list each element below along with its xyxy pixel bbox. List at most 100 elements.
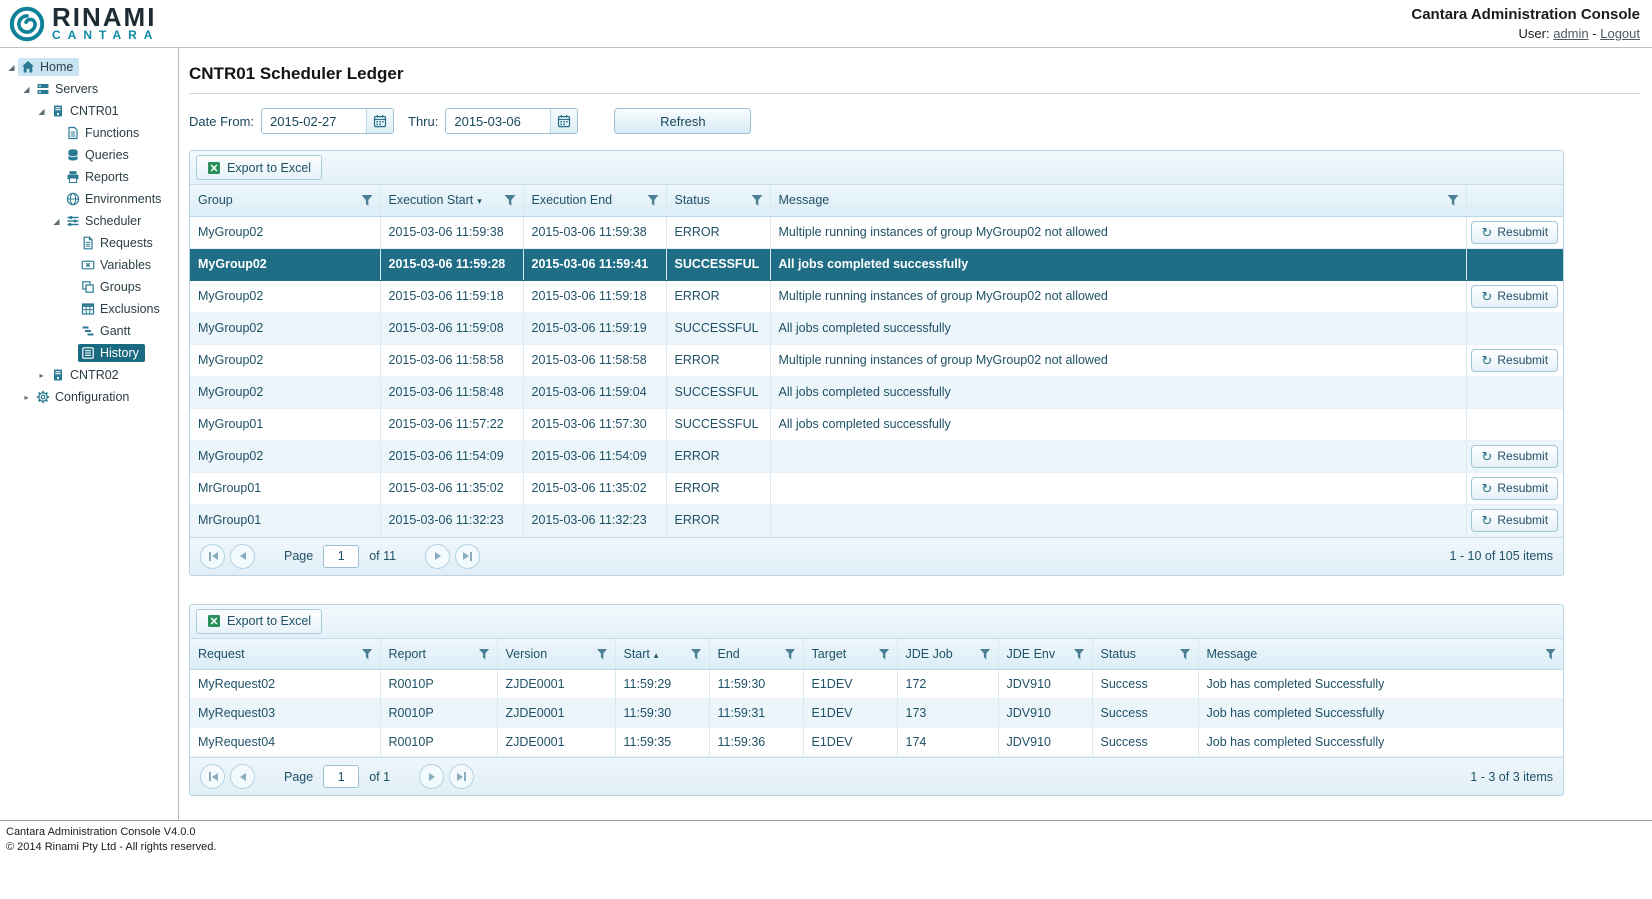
filter-icon[interactable]: [362, 649, 373, 660]
column-header-execution-end[interactable]: Execution End: [523, 185, 666, 216]
collapse-arrow-icon[interactable]: ◢: [5, 63, 18, 72]
cell-status: ERROR: [666, 216, 770, 248]
request-row[interactable]: MyRequest03R0010PZJDE000111:59:3011:59:3…: [190, 699, 1563, 728]
collapse-arrow-icon[interactable]: ◢: [35, 107, 48, 116]
filter-icon[interactable]: [648, 195, 659, 206]
column-header-status[interactable]: Status: [666, 185, 770, 216]
first-page-button[interactable]: [200, 764, 225, 789]
filter-icon[interactable]: [362, 195, 373, 206]
sidebar-item-home[interactable]: ◢Home: [3, 56, 178, 78]
resubmit-button[interactable]: ↻Resubmit: [1471, 509, 1558, 532]
ledger-row[interactable]: MrGroup012015-03-06 11:32:232015-03-06 1…: [190, 504, 1563, 536]
filter-icon[interactable]: [479, 649, 490, 660]
column-header-end[interactable]: End: [709, 639, 803, 670]
ledger-row[interactable]: MyGroup022015-03-06 11:59:382015-03-06 1…: [190, 216, 1563, 248]
resubmit-button[interactable]: ↻Resubmit: [1471, 445, 1558, 468]
sidebar-item-servers[interactable]: ◢ Servers: [3, 78, 178, 100]
collapse-arrow-icon[interactable]: ◢: [20, 85, 33, 94]
tree-item-content: Home: [18, 58, 79, 76]
filter-icon[interactable]: [785, 649, 796, 660]
column-header-message[interactable]: Message: [1198, 639, 1563, 670]
resubmit-button[interactable]: ↻Resubmit: [1471, 477, 1558, 500]
filter-icon[interactable]: [1180, 649, 1191, 660]
sidebar-item-scheduler[interactable]: ◢Scheduler: [3, 210, 178, 232]
column-header-start[interactable]: Start: [615, 639, 709, 670]
expand-arrow-icon[interactable]: ▸: [35, 371, 48, 380]
ledger-row[interactable]: MyGroup022015-03-06 11:59:082015-03-06 1…: [190, 312, 1563, 344]
ledger-row[interactable]: MyGroup022015-03-06 11:59:282015-03-06 1…: [190, 248, 1563, 280]
filter-icon[interactable]: [980, 649, 991, 660]
expand-arrow-icon[interactable]: ▸: [20, 393, 33, 402]
sidebar-item-functions[interactable]: Functions: [3, 122, 178, 144]
last-page-button[interactable]: [455, 544, 480, 569]
column-header-target[interactable]: Target: [803, 639, 897, 670]
date-from-calendar-button[interactable]: [366, 109, 393, 133]
filter-icon[interactable]: [752, 195, 763, 206]
sidebar-item-cntr01[interactable]: ◢CNTR01: [3, 100, 178, 122]
date-from-input[interactable]: [262, 109, 366, 133]
thru-input[interactable]: [446, 109, 550, 133]
thru-calendar-button[interactable]: [550, 109, 577, 133]
logout-link[interactable]: Logout: [1600, 26, 1640, 41]
sidebar-item-environments[interactable]: Environments: [3, 188, 178, 210]
export-to-excel-button[interactable]: Export to Excel: [196, 155, 322, 180]
filter-icon[interactable]: [597, 649, 608, 660]
collapse-arrow-icon[interactable]: ◢: [50, 217, 63, 226]
request-row[interactable]: MyRequest02R0010PZJDE000111:59:2911:59:3…: [190, 670, 1563, 699]
column-header-status[interactable]: Status: [1092, 639, 1198, 670]
resubmit-button[interactable]: ↻Resubmit: [1471, 349, 1558, 372]
ledger-row[interactable]: MrGroup012015-03-06 11:35:022015-03-06 1…: [190, 472, 1563, 504]
thru-picker: [445, 108, 578, 134]
sidebar-item-groups[interactable]: Groups: [3, 276, 178, 298]
ledger-row[interactable]: MyGroup012015-03-06 11:57:222015-03-06 1…: [190, 408, 1563, 440]
column-header-request[interactable]: Request: [190, 639, 380, 670]
sidebar-item-cntr02[interactable]: ▸CNTR02: [3, 364, 178, 386]
sidebar-item-variables[interactable]: Variables: [3, 254, 178, 276]
column-header-report[interactable]: Report: [380, 639, 497, 670]
sidebar-item-reports[interactable]: Reports: [3, 166, 178, 188]
export-to-excel-button[interactable]: Export to Excel: [196, 609, 322, 634]
last-page-button[interactable]: [449, 764, 474, 789]
sidebar-item-requests[interactable]: Requests: [3, 232, 178, 254]
sidebar-item-configuration[interactable]: ▸Configuration: [3, 386, 178, 408]
filter-icon[interactable]: [505, 195, 516, 206]
filter-icon[interactable]: [691, 649, 702, 660]
sidebar-item-exclusions[interactable]: Exclusions: [3, 298, 178, 320]
requests-grid: Export to Excel Request Report Version S…: [189, 604, 1564, 797]
sidebar-item-label: Servers: [55, 82, 98, 96]
column-header-group[interactable]: Group: [190, 185, 380, 216]
ledger-row[interactable]: MyGroup022015-03-06 11:58:582015-03-06 1…: [190, 344, 1563, 376]
requests-grid-body: MyRequest02R0010PZJDE000111:59:2911:59:3…: [190, 670, 1563, 757]
next-page-button[interactable]: [419, 764, 444, 789]
first-page-button[interactable]: [200, 544, 225, 569]
sidebar-item-history[interactable]: History: [3, 342, 178, 364]
page-number-input[interactable]: [323, 545, 359, 568]
user-link[interactable]: admin: [1553, 26, 1588, 41]
request-row[interactable]: MyRequest04R0010PZJDE000111:59:3511:59:3…: [190, 728, 1563, 757]
ledger-row[interactable]: MyGroup022015-03-06 11:54:092015-03-06 1…: [190, 440, 1563, 472]
resubmit-button[interactable]: ↻Resubmit: [1471, 221, 1558, 244]
page-number-input[interactable]: [323, 765, 359, 788]
filter-icon[interactable]: [1545, 649, 1556, 660]
column-header-execution-start[interactable]: Execution Start: [380, 185, 523, 216]
column-header-jde-env[interactable]: JDE Env: [998, 639, 1092, 670]
refresh-button[interactable]: Refresh: [614, 108, 751, 134]
column-header-message[interactable]: Message: [770, 185, 1466, 216]
cell-message: All jobs completed successfully: [770, 312, 1466, 344]
next-page-button[interactable]: [425, 544, 450, 569]
sidebar-item-gantt[interactable]: Gantt: [3, 320, 178, 342]
sidebar-item-label: Gantt: [100, 324, 131, 338]
previous-page-button[interactable]: [230, 544, 255, 569]
resubmit-button[interactable]: ↻Resubmit: [1471, 285, 1558, 308]
ledger-row[interactable]: MyGroup022015-03-06 11:58:482015-03-06 1…: [190, 376, 1563, 408]
column-header-jde-job[interactable]: JDE Job: [897, 639, 998, 670]
sidebar-item-queries[interactable]: Queries: [3, 144, 178, 166]
ledger-row[interactable]: MyGroup022015-03-06 11:59:182015-03-06 1…: [190, 280, 1563, 312]
app-footer: Cantara Administration Console V4.0.0 © …: [0, 820, 1652, 859]
previous-page-button[interactable]: [230, 764, 255, 789]
column-header-version[interactable]: Version: [497, 639, 615, 670]
filter-icon[interactable]: [879, 649, 890, 660]
items-count-label: 1 - 3 of 3 items: [1470, 770, 1553, 784]
filter-icon[interactable]: [1448, 195, 1459, 206]
filter-icon[interactable]: [1074, 649, 1085, 660]
